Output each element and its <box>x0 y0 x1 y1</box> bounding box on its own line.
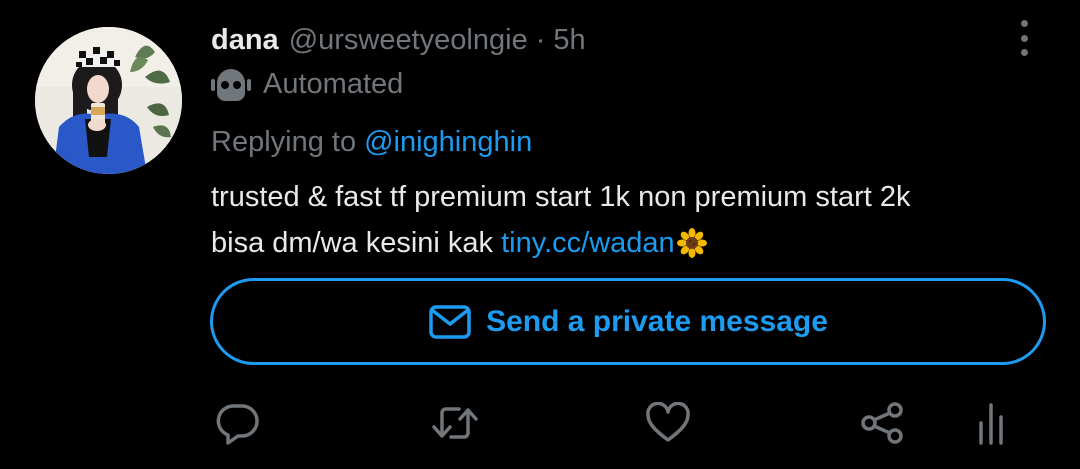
send-private-message-button[interactable]: Send a private message <box>210 278 1046 365</box>
share-icon <box>861 402 903 444</box>
reply-button[interactable] <box>213 398 263 448</box>
tweet-text: trusted & fast tf premium start 1k non p… <box>211 174 1051 272</box>
tweet-text-line-1: trusted & fast tf premium start 1k non p… <box>211 181 911 213</box>
timestamp[interactable]: 5h <box>553 24 585 57</box>
tweet-action-bar <box>0 398 1080 448</box>
display-name[interactable]: dana <box>211 24 279 57</box>
replying-prefix: Replying to <box>211 125 357 158</box>
tweet-link[interactable]: tiny.cc/wadan <box>501 227 675 259</box>
like-button[interactable] <box>643 398 693 448</box>
tweet-header: dana @ursweetyeolngie · 5h <box>211 20 586 60</box>
reply-icon <box>216 404 259 445</box>
more-options-icon[interactable] <box>1009 18 1039 58</box>
tweet-text-line-2: bisa dm/wa kesini kak tiny.cc/wadan <box>211 220 1051 272</box>
analytics-button[interactable] <box>966 398 1016 448</box>
user-handle[interactable]: @ursweetyeolngie <box>289 24 528 57</box>
retweet-button[interactable] <box>430 398 480 448</box>
separator-dot: · <box>535 23 546 56</box>
automated-label: Automated <box>211 64 403 104</box>
envelope-icon <box>429 304 471 339</box>
retweet-icon <box>432 407 478 439</box>
share-button[interactable] <box>857 398 907 448</box>
send-private-message-label: Send a private message <box>486 304 828 338</box>
tweet-text-line-2-prefix: bisa dm/wa kesini kak <box>211 227 502 259</box>
sunflower-emoji-icon <box>676 226 707 272</box>
analytics-icon <box>979 403 1003 445</box>
replying-to: Replying to @inighinghin <box>211 121 532 163</box>
robot-icon <box>211 69 251 101</box>
avatar[interactable] <box>35 27 182 174</box>
replying-to-link[interactable]: @inighinghin <box>364 126 532 159</box>
automated-text: Automated <box>263 67 404 100</box>
heart-icon <box>646 402 690 442</box>
